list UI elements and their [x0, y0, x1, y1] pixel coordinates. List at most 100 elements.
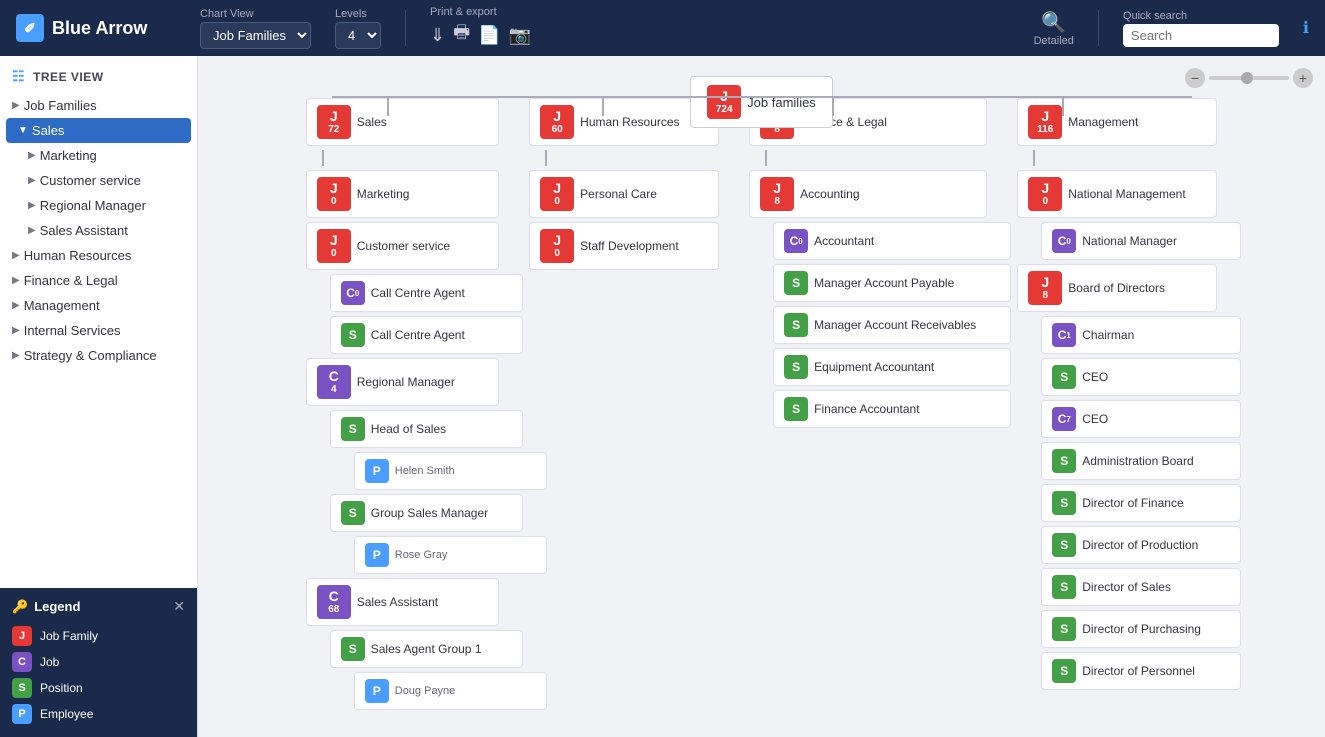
download-icon[interactable]: ⇓: [430, 25, 445, 46]
arrow-icon: ▶: [12, 325, 20, 336]
root-node[interactable]: J724 Job families: [690, 76, 833, 128]
marketing-node[interactable]: J0 Marketing: [306, 170, 499, 218]
group-sales-manager-node[interactable]: S Group Sales Manager: [330, 494, 523, 532]
admin-board-node[interactable]: S Administration Board: [1041, 442, 1241, 480]
nat-manager-node[interactable]: C0 National Manager: [1041, 222, 1241, 260]
legend-badge-c: C: [12, 652, 32, 672]
detailed-section[interactable]: 🔍 Detailed: [1034, 10, 1074, 47]
doug-payne-node[interactable]: P Doug Payne: [354, 672, 547, 710]
main-canvas: − + J724 Job families: [198, 56, 1325, 737]
print-export-label: Print & export: [430, 6, 531, 18]
sidebar-item-label: Internal Services: [24, 323, 121, 338]
sidebar-item-regional-manager[interactable]: ▶ Regional Manager: [0, 193, 197, 218]
levels-label: Levels: [335, 8, 381, 20]
customer-service-node[interactable]: J0 Customer service: [306, 222, 499, 270]
fa-badge: S: [784, 397, 808, 421]
personal-care-node[interactable]: J0 Personal Care: [529, 170, 719, 218]
info-icon[interactable]: ℹ: [1303, 18, 1309, 38]
org-chart-container: J724 Job families: [198, 56, 1325, 730]
accountant-c-node[interactable]: C0 Accountant: [773, 222, 1011, 260]
df-label: Director of Finance: [1082, 496, 1183, 510]
sidebar-item-customer-service[interactable]: ▶ Customer service: [0, 168, 197, 193]
dir-prod-node[interactable]: S Director of Production: [1041, 526, 1241, 564]
sidebar-item-internal-services[interactable]: ▶ Internal Services: [0, 318, 197, 343]
ch-label: Chairman: [1082, 328, 1134, 342]
tree-icon: ☷: [12, 68, 25, 85]
sidebar-item-label: Human Resources: [24, 248, 132, 263]
sidebar-item-finance-legal[interactable]: ▶ Finance & Legal: [0, 268, 197, 293]
levels-select[interactable]: 4 3 5: [335, 22, 381, 49]
image-icon[interactable]: 📷: [509, 25, 531, 46]
sidebar-item-strategy-compliance[interactable]: ▶ Strategy & Compliance: [0, 343, 197, 368]
marketing-label: Marketing: [357, 187, 410, 201]
mar-label: Manager Account Receivables: [814, 318, 976, 332]
zoom-controls: − +: [1185, 68, 1313, 88]
h-connector: [332, 96, 1192, 98]
chart-view-select[interactable]: Job Families: [200, 22, 311, 49]
ch-badge: C1: [1052, 323, 1076, 347]
sidebar-item-label: Job Families: [24, 98, 97, 113]
sidebar-item-label: Strategy & Compliance: [24, 348, 157, 363]
ceos-badge: S: [1052, 365, 1076, 389]
v-drop-hr: [602, 96, 604, 116]
equip-acc-node[interactable]: S Equipment Accountant: [773, 348, 1011, 386]
page-icon[interactable]: 📄: [478, 25, 500, 46]
detailed-label: Detailed: [1034, 35, 1074, 47]
accounting-node[interactable]: J8 Accounting: [749, 170, 987, 218]
arrow-icon: ▶: [28, 225, 36, 236]
search-input[interactable]: [1131, 28, 1271, 43]
arrow-icon: ▼: [18, 125, 28, 136]
zoom-slider[interactable]: [1209, 76, 1289, 80]
zoom-in-button[interactable]: +: [1293, 68, 1313, 88]
sales-assistant-node[interactable]: C68 Sales Assistant: [306, 578, 499, 626]
helen-smith-node[interactable]: P Helen Smith: [354, 452, 547, 490]
v-drop-fl: [832, 96, 834, 116]
mgr-ar-node[interactable]: S Manager Account Receivables: [773, 306, 1011, 344]
dir-pers-node[interactable]: S Director of Personnel: [1041, 652, 1241, 690]
legend-item-p: P Employee: [12, 701, 185, 727]
legend-badge-s: S: [12, 678, 32, 698]
nmgr-label: National Manager: [1082, 234, 1177, 248]
sag1-badge: S: [341, 637, 365, 661]
call-centre-s-node[interactable]: S Call Centre Agent: [330, 316, 523, 354]
ceo-c-node[interactable]: C7 CEO: [1041, 400, 1241, 438]
sidebar-item-marketing[interactable]: ▶ Marketing: [0, 143, 197, 168]
ab-label: Administration Board: [1082, 454, 1193, 468]
board-node[interactable]: J8 Board of Directors: [1017, 264, 1217, 312]
sidebar-item-job-families[interactable]: ▶ Job Families: [0, 93, 197, 118]
print-icon[interactable]: 🖶: [453, 20, 470, 50]
nmgr-badge: C0: [1052, 229, 1076, 253]
sidebar-item-sales-assistant[interactable]: ▶ Sales Assistant: [0, 218, 197, 243]
search-circle-icon: 🔍: [1041, 10, 1066, 35]
dir-purch-node[interactable]: S Director of Purchasing: [1041, 610, 1241, 648]
chairman-node[interactable]: C1 Chairman: [1041, 316, 1241, 354]
nat-mgmt-node[interactable]: J0 National Management: [1017, 170, 1217, 218]
sales-header-node[interactable]: J72 Sales: [306, 98, 499, 146]
dir-sales-node[interactable]: S Director of Sales: [1041, 568, 1241, 606]
call-centre-c-node[interactable]: C0 Call Centre Agent: [330, 274, 523, 312]
sa-label: Sales Assistant: [357, 595, 438, 609]
staff-dev-node[interactable]: J0 Staff Development: [529, 222, 719, 270]
rose-gray-node[interactable]: P Rose Gray: [354, 536, 547, 574]
sidebar-item-human-resources[interactable]: ▶ Human Resources: [0, 243, 197, 268]
rm-label: Regional Manager: [357, 375, 455, 389]
dp-badge: P: [365, 679, 389, 703]
v-mgmt: [1033, 150, 1035, 166]
mgr-ap-node[interactable]: S Manager Account Payable: [773, 264, 1011, 302]
act-c-label: Accountant: [814, 234, 874, 248]
zoom-out-button[interactable]: −: [1185, 68, 1205, 88]
ceo-s-node[interactable]: S CEO: [1041, 358, 1241, 396]
dp-label: Doug Payne: [395, 685, 456, 697]
sales-agent-g1-node[interactable]: S Sales Agent Group 1: [330, 630, 523, 668]
sidebar-item-management[interactable]: ▶ Management: [0, 293, 197, 318]
quick-search-label: Quick search: [1123, 10, 1279, 22]
regional-manager-node[interactable]: C4 Regional Manager: [306, 358, 499, 406]
dir-finance-node[interactable]: S Director of Finance: [1041, 484, 1241, 522]
sidebar: ☷ TREE VIEW ▶ Job Families ▼ Sales ▶ Mar…: [0, 56, 198, 737]
sidebar-item-sales[interactable]: ▼ Sales: [6, 118, 191, 143]
ceoc-badge: C7: [1052, 407, 1076, 431]
head-of-sales-node[interactable]: S Head of Sales: [330, 410, 523, 448]
legend-close-button[interactable]: ✕: [173, 598, 185, 615]
mgmt-header-node[interactable]: J116 Management: [1017, 98, 1217, 146]
finance-acc-node[interactable]: S Finance Accountant: [773, 390, 1011, 428]
